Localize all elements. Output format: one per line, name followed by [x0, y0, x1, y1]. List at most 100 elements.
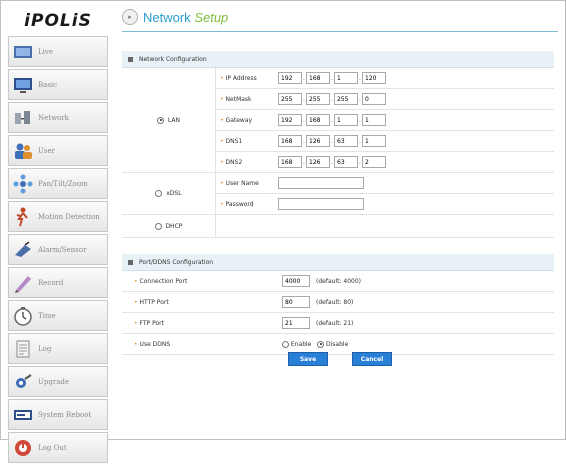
ddns-row: • Use DDNS Enable Disable — [122, 334, 554, 355]
sidebar-item-label: Upgrade — [38, 377, 70, 386]
dns1-octet-4[interactable] — [362, 135, 386, 147]
ip-address-row: •IP Address . . . — [216, 68, 554, 89]
netmask-octet-3[interactable] — [334, 93, 358, 105]
header-divider — [122, 31, 558, 32]
sidebar-item-ptz[interactable]: Pan/Tilt/Zoom — [8, 168, 108, 199]
ddns-disable-label: Disable — [326, 340, 349, 348]
xdsl-option[interactable]: xDSL — [122, 173, 216, 214]
upgrade-icon — [16, 373, 32, 388]
netmask-octet-4[interactable] — [362, 93, 386, 105]
ip-octet-4[interactable] — [362, 72, 386, 84]
dhcp-radio[interactable] — [154, 222, 162, 230]
log-icon — [16, 340, 30, 357]
ddns-enable-label: Enable — [290, 340, 312, 348]
dns1-octet-1[interactable] — [278, 135, 302, 147]
sidebar-item-label: Network — [38, 113, 69, 122]
netmask-row: •NetMask . . . — [216, 89, 554, 110]
dns2-field: . . . — [278, 156, 386, 168]
gateway-octet-3[interactable] — [334, 114, 358, 126]
network-icon — [15, 110, 30, 124]
http-port-row: •HTTP Port (default: 80) — [122, 292, 554, 313]
gateway-row: •Gateway . . . — [216, 110, 554, 131]
sidebar-item-label: Live — [38, 47, 53, 56]
ftp-port-input[interactable] — [282, 317, 310, 329]
sidebar-item-network[interactable]: Network — [8, 102, 108, 133]
connection-port-input[interactable] — [282, 275, 310, 287]
dns2-row: •DNS2 . . . — [216, 152, 554, 172]
ip-octet-1[interactable] — [278, 72, 302, 84]
sidebar-item-label: Pan/Tilt/Zoom — [38, 179, 88, 188]
connection-port-row: •Connection Port (default: 4000) — [122, 271, 554, 292]
ftp-port-default: (default: 21) — [316, 319, 354, 327]
http-port-input[interactable] — [282, 296, 310, 308]
sidebar-item-label: Alarm/Sensor — [38, 245, 87, 254]
sidebar-item-user[interactable]: User — [8, 135, 108, 166]
dns1-octet-2[interactable] — [306, 135, 330, 147]
username-input[interactable] — [278, 177, 364, 189]
sidebar-item-alarm[interactable]: Alarm/Sensor — [8, 234, 108, 265]
sidebar-item-time[interactable]: Time — [8, 300, 108, 331]
page-title: Network Setup — [143, 9, 229, 25]
sidebar-item-label: Log — [38, 344, 52, 353]
sidebar-item-label: Log Out — [38, 443, 67, 452]
chevron-right-icon[interactable]: ▸ — [122, 9, 138, 25]
sidebar-item-logout[interactable]: Log Out — [8, 432, 108, 463]
live-icon — [14, 45, 32, 58]
sidebar-item-log[interactable]: Log — [8, 333, 108, 364]
user-icon — [15, 143, 32, 159]
ip-octet-2[interactable] — [306, 72, 330, 84]
sidebar-item-record[interactable]: Record — [8, 267, 108, 298]
sidebar-item-label: System Reboot — [38, 410, 92, 419]
gateway-octet-2[interactable] — [306, 114, 330, 126]
ip-octet-3[interactable] — [334, 72, 358, 84]
dns1-field: . . . — [278, 135, 386, 147]
ipolis-logo: iPOLiS — [24, 11, 92, 31]
connection-port-default: (default: 4000) — [316, 277, 361, 285]
sidebar-item-upgrade[interactable]: Upgrade — [8, 366, 108, 397]
password-row: • Password — [216, 194, 554, 214]
dns2-octet-1[interactable] — [278, 156, 302, 168]
clock-icon — [14, 306, 32, 326]
sidebar-item-motion[interactable]: Motion Detection — [8, 201, 108, 232]
basic-icon — [14, 77, 32, 93]
gateway-octet-1[interactable] — [278, 114, 302, 126]
gateway-octet-4[interactable] — [362, 114, 386, 126]
gateway-field: . . . — [278, 114, 386, 126]
dns1-octet-3[interactable] — [334, 135, 358, 147]
netmask-field: . . . — [278, 93, 386, 105]
sidebar-item-label: Basic — [38, 80, 58, 89]
save-button[interactable]: Save — [288, 352, 328, 366]
square-bullet-icon — [128, 259, 133, 265]
dhcp-group: DHCP — [122, 215, 554, 238]
dns2-octet-4[interactable] — [362, 156, 386, 168]
sidebar-item-label: User — [38, 146, 55, 155]
xdsl-group: xDSL • User Name • Password — [122, 173, 554, 215]
square-bullet-icon — [128, 56, 133, 62]
password-input[interactable] — [278, 198, 364, 210]
sidebar-item-label: Record — [38, 278, 64, 287]
netmask-octet-2[interactable] — [306, 93, 330, 105]
lan-radio[interactable] — [157, 116, 165, 124]
sidebar-item-live[interactable]: Live — [8, 36, 108, 67]
ip-address-field: . . . — [278, 72, 386, 84]
xdsl-radio[interactable] — [155, 190, 163, 197]
cancel-button[interactable]: Cancel — [352, 352, 392, 366]
sidebar-item-label: Time — [38, 311, 56, 320]
settings-panel: Network Configuration LAN •IP Address . … — [122, 51, 554, 355]
ddns-disable-radio[interactable] — [317, 340, 325, 348]
sidebar-item-reboot[interactable]: System Reboot — [8, 399, 108, 430]
port-ddns-header: Port/DDNS Configuration — [122, 254, 554, 271]
ddns-enable-radio[interactable] — [282, 340, 289, 348]
page-header: ▸ Network Setup — [122, 8, 228, 26]
dns2-octet-2[interactable] — [306, 156, 330, 168]
dns1-row: •DNS1 . . . — [216, 131, 554, 152]
lan-option[interactable]: LAN — [122, 68, 216, 172]
dhcp-option[interactable]: DHCP — [122, 215, 216, 237]
sidebar-item-basic[interactable]: Basic — [8, 69, 108, 100]
network-config-header: Network Configuration — [122, 51, 554, 68]
record-icon — [15, 275, 31, 293]
dns2-octet-3[interactable] — [334, 156, 358, 168]
ftp-port-row: •FTP Port (default: 21) — [122, 313, 554, 334]
reboot-icon — [14, 409, 32, 420]
netmask-octet-1[interactable] — [278, 93, 302, 105]
